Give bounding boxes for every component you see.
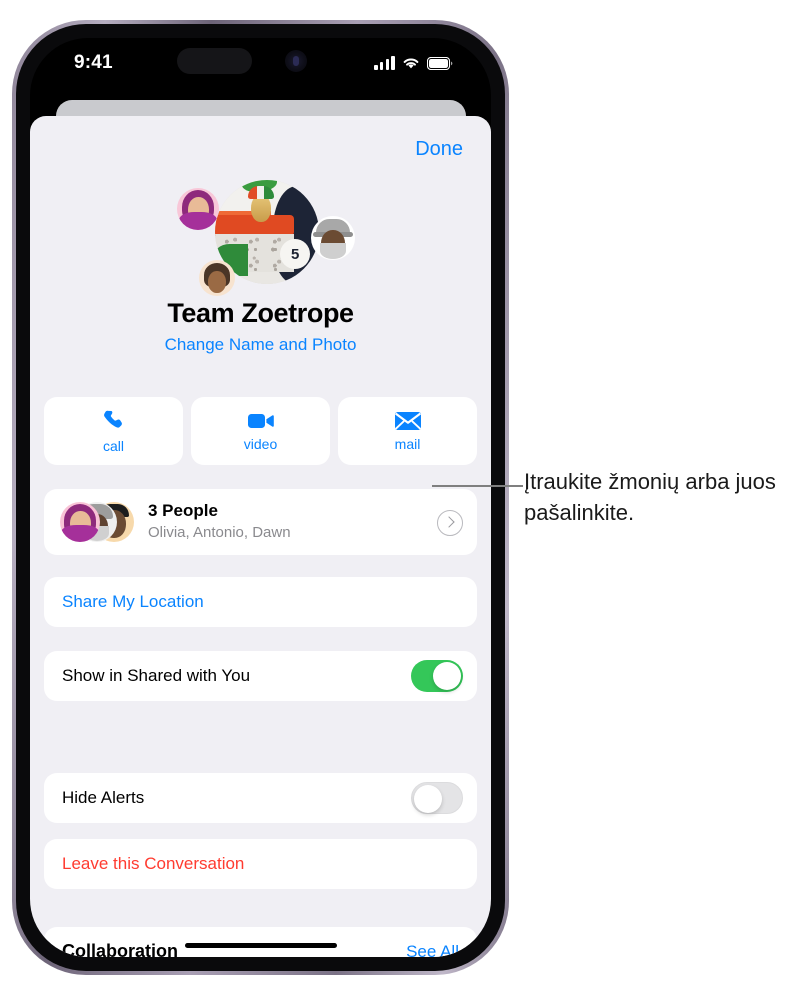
hide-alerts-row: Hide Alerts — [44, 773, 477, 823]
dynamic-island — [177, 48, 252, 74]
video-button[interactable]: video — [191, 397, 330, 465]
done-button[interactable]: Done — [415, 138, 463, 161]
collaboration-title: Collaboration — [62, 941, 178, 957]
mail-button-label: mail — [394, 436, 421, 452]
people-avatar-stack — [60, 502, 136, 542]
status-bar-icons — [374, 52, 453, 70]
member-avatar-dawn — [198, 260, 235, 296]
call-button[interactable]: call — [44, 397, 183, 465]
wifi-icon — [403, 58, 419, 69]
phone-screen: 9:41 Done 5 Team Zoetrope Change Name an… — [30, 38, 491, 957]
show-in-shared-with-you-label: Show in Shared with You — [62, 666, 251, 685]
stacked-avatar-olivia — [60, 502, 100, 542]
change-name-and-photo-link[interactable]: Change Name and Photo — [30, 335, 491, 355]
hide-alerts-label: Hide Alerts — [62, 788, 145, 807]
people-count-label: 3 People — [148, 501, 218, 520]
home-indicator — [184, 943, 337, 948]
share-my-location-label[interactable]: Share My Location — [62, 592, 204, 612]
chevron-right-circle-icon[interactable] — [437, 510, 463, 536]
front-camera-icon — [285, 50, 307, 72]
cellular-signal-icon — [374, 56, 395, 70]
member-avatar-olivia — [176, 188, 219, 230]
battery-icon — [427, 57, 453, 70]
mail-button[interactable]: mail — [338, 397, 477, 465]
share-my-location-row[interactable]: Share My Location — [44, 577, 477, 627]
quick-action-row: call video mail — [44, 397, 477, 465]
hide-alerts-toggle[interactable] — [411, 782, 463, 814]
show-in-shared-with-you-toggle[interactable] — [411, 660, 463, 692]
group-avatar-cluster: 5 — [161, 178, 361, 296]
group-details-sheet: Done 5 Team Zoetrope Change Name and Pho… — [30, 116, 491, 957]
video-button-label: video — [243, 436, 278, 452]
phone-icon — [103, 410, 122, 428]
member-avatar-antonio — [310, 216, 355, 260]
envelope-icon — [394, 412, 421, 430]
leave-conversation-row[interactable]: Leave this Conversation — [44, 839, 477, 889]
video-camera-icon — [247, 414, 274, 428]
show-in-shared-with-you-row: Show in Shared with You — [44, 651, 477, 701]
call-button-label: call — [102, 438, 124, 454]
group-name: Team Zoetrope — [167, 298, 354, 328]
people-row[interactable]: 3 People Olivia, Antonio, Dawn — [44, 489, 477, 555]
status-bar-time: 9:41 — [74, 52, 113, 73]
collaboration-see-all-link[interactable]: See All — [406, 942, 459, 957]
collaboration-section: Collaboration See All — [44, 927, 477, 957]
people-names-label: Olivia, Antonio, Dawn — [148, 524, 291, 541]
leave-conversation-label[interactable]: Leave this Conversation — [62, 854, 244, 874]
status-bar: 9:41 — [30, 38, 491, 96]
group-header: 5 Team Zoetrope Change Name and Photo — [30, 178, 491, 355]
callout-leader-line — [432, 485, 523, 487]
callout-text: Įtraukite žmonių arba juos pašalinkite. — [524, 469, 776, 525]
